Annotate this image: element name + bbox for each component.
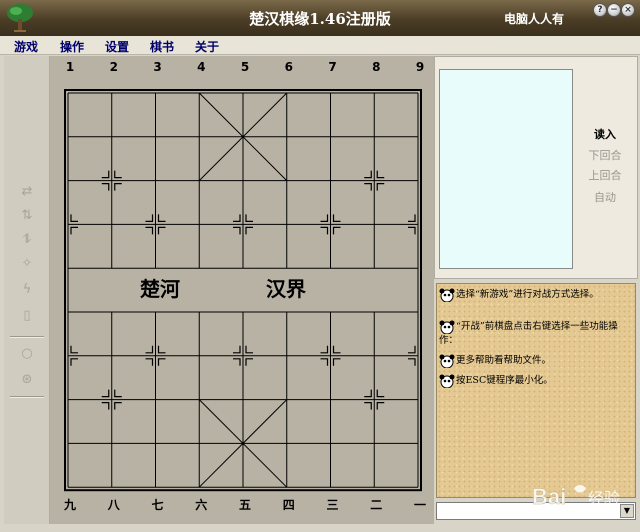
load-button[interactable]: 读入 (585, 126, 625, 142)
info-item: 选择“新游戏”进行对战方式选择。 (439, 288, 633, 302)
panda-icon (439, 288, 455, 302)
info-item: 按ESC键程序最小化。 (439, 374, 633, 388)
svg-text:jingyan.baidu.com: jingyan.baidu.com (533, 510, 599, 519)
prev-round-button[interactable]: 上回合 (585, 167, 625, 183)
panda-icon (439, 320, 455, 334)
info-item: “开战”前棋盘点击右键选择一些功能操作： (439, 320, 618, 346)
svg-text:Bai: Bai (532, 484, 566, 509)
next-round-button[interactable]: 下回合 (585, 147, 625, 163)
move-list[interactable] (439, 69, 573, 269)
info-item: 更多帮助看帮助文件。 (439, 354, 633, 368)
info-panel: 选择“新游戏”进行对战方式选择。 “开战”前棋盘点击右键选择一些功能操作： 更多… (436, 283, 636, 498)
panda-icon (439, 354, 455, 368)
watermark-logo: Bai 经验 jingyan.baidu.com (532, 484, 620, 519)
panda-icon (439, 374, 455, 388)
river-left-label: 楚河 (140, 277, 180, 301)
replay-panel: 读入 下回合 上回合 自动 (434, 56, 638, 279)
svg-text:经验: 经验 (588, 489, 620, 508)
river-right-label: 汉界 (266, 277, 306, 301)
auto-button[interactable]: 自动 (585, 189, 625, 205)
